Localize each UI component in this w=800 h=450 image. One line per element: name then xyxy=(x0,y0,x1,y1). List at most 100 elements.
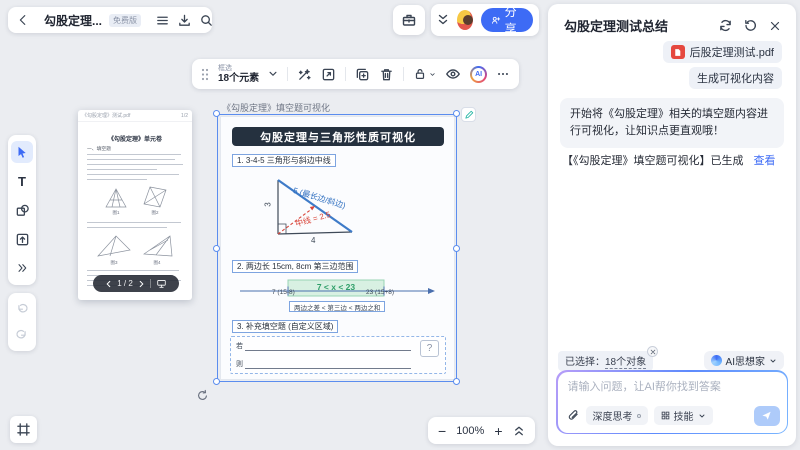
menu-icon[interactable] xyxy=(155,13,170,28)
toolbox-button[interactable] xyxy=(393,5,425,35)
question-placeholder[interactable]: ? xyxy=(420,340,439,357)
chevron-down-icon[interactable] xyxy=(268,69,278,79)
selection-mode-label: 框选 xyxy=(218,65,259,73)
close-icon[interactable] xyxy=(768,19,782,33)
next-page-icon[interactable] xyxy=(138,280,145,288)
blank1-line[interactable] xyxy=(245,350,411,351)
resize-handle-ne[interactable] xyxy=(453,110,460,117)
selection-toolbar: 框选 18个元素 AI xyxy=(192,59,519,89)
chevron-down-icon xyxy=(429,71,436,78)
user-request-chip[interactable]: 生成可视化内容 xyxy=(689,67,782,89)
text-line xyxy=(87,154,181,155)
remove-selection-icon[interactable] xyxy=(647,346,658,357)
import-tool[interactable] xyxy=(11,228,33,250)
text-line xyxy=(87,227,167,228)
user-request-text: 生成可视化内容 xyxy=(697,70,774,86)
leg-a-label: 3 xyxy=(264,202,273,206)
text-tool[interactable]: T xyxy=(11,170,33,192)
tool-rail: T xyxy=(8,135,36,285)
expand-up-icon[interactable] xyxy=(513,424,525,437)
back-icon[interactable] xyxy=(16,13,30,27)
zoom-in-button[interactable]: + xyxy=(494,424,502,438)
resize-handle-sw[interactable] xyxy=(213,378,220,385)
ai-message-bubble: 开始将《勾股定理》相关的填空题内容进行可视化，让知识点更直观哦！ xyxy=(560,98,784,148)
pdf-chip-name: 后股定理测试.pdf xyxy=(690,44,774,60)
text-line xyxy=(87,179,147,180)
attach-icon[interactable] xyxy=(567,409,580,422)
rotate-handle-icon[interactable] xyxy=(196,389,209,402)
selection-summary[interactable]: 框选 18个元素 xyxy=(218,65,259,84)
more-icon[interactable] xyxy=(496,67,510,81)
avatar[interactable] xyxy=(456,9,474,31)
blank2-line[interactable] xyxy=(245,368,411,369)
select-tool[interactable] xyxy=(11,141,33,163)
pdf-preview-card[interactable]: 《勾股定理》测试.pdf 1/2 《勾股定理》单元卷 一、填空题 图1 图2 图… xyxy=(78,110,192,300)
deep-think-toggle[interactable]: 深度思考 xyxy=(586,406,648,425)
more-tools-icon[interactable] xyxy=(11,257,33,279)
drag-handle-icon[interactable] xyxy=(201,68,209,81)
resize-handle-w[interactable] xyxy=(213,245,220,252)
whiteboard-app: 勾股定理... 免费版 分享 框选 18个元素 xyxy=(0,0,800,450)
blank2-prefix: 则 xyxy=(236,359,243,369)
skills-menu[interactable]: 技能 xyxy=(654,406,713,425)
ai-input-card: 深度思考 技能 xyxy=(556,370,788,434)
visualization-title[interactable]: 勾股定理与三角形性质可视化 xyxy=(232,127,444,146)
download-icon[interactable] xyxy=(177,13,192,28)
account-bar: 分享 xyxy=(431,4,539,36)
share-button[interactable]: 分享 xyxy=(481,8,533,32)
board-title-text[interactable]: 勾股定理... xyxy=(44,12,102,29)
pdf-section-label: 一、填空题 xyxy=(87,145,111,152)
refresh-icon[interactable] xyxy=(718,18,733,33)
duplicate-icon[interactable] xyxy=(355,67,370,82)
present-icon[interactable] xyxy=(156,278,167,289)
undo-icon[interactable] xyxy=(11,299,33,319)
agent-name: AI思想家 xyxy=(726,353,765,368)
frame-name-label[interactable]: 《勾股定理》填空题可视化 xyxy=(222,101,330,114)
pdf-preview-header: 《勾股定理》测试.pdf 1/2 xyxy=(78,110,192,122)
selected-objects-chip[interactable]: 已选择： 18个对象 xyxy=(558,351,653,371)
top-left-bar: 勾股定理... 免费版 xyxy=(8,7,212,33)
redo-icon[interactable] xyxy=(11,326,33,346)
frame-edit-button[interactable] xyxy=(461,107,476,122)
view-link[interactable]: 查看 xyxy=(754,152,776,168)
send-button[interactable] xyxy=(754,406,780,426)
magic-wand-icon[interactable] xyxy=(297,67,312,82)
section2-label[interactable]: 2. 两边长 15cm, 8cm 第三边范围 xyxy=(232,260,358,273)
section1-label[interactable]: 1. 3-4-5 三角形与斜边中线 xyxy=(232,154,336,167)
pdf-icon xyxy=(671,45,685,59)
lock-button[interactable] xyxy=(413,67,436,81)
ai-input[interactable] xyxy=(568,378,777,402)
collapse-icon[interactable] xyxy=(437,13,449,27)
prev-page-icon[interactable] xyxy=(105,280,112,288)
search-icon[interactable] xyxy=(199,13,214,28)
zoom-level[interactable]: 100% xyxy=(456,425,484,437)
number-line-diagram[interactable]: 7 < x < 23 xyxy=(238,276,438,300)
triangle-diagram[interactable] xyxy=(252,172,372,242)
resize-handle-e[interactable] xyxy=(453,245,460,252)
blank1-prefix: 若 xyxy=(236,341,243,351)
text-line xyxy=(87,159,175,160)
ai-panel: 勾股定理测试总结 后股定理测试.pdf 生成可视化内容 开始将《勾股定理》相关的… xyxy=(548,4,796,446)
resize-frame-icon[interactable] xyxy=(321,67,336,82)
resize-handle-se[interactable] xyxy=(453,378,460,385)
triangle-rule-label[interactable]: 两边之差 < 第三边 < 两边之和 xyxy=(289,301,385,312)
resize-handle-nw[interactable] xyxy=(213,110,220,117)
divider xyxy=(403,67,404,81)
frame-tool-button[interactable] xyxy=(10,416,37,443)
divider xyxy=(345,67,346,81)
zoom-out-button[interactable]: − xyxy=(438,424,446,438)
share-label: 分享 xyxy=(505,3,523,37)
history-icon[interactable] xyxy=(743,18,758,33)
agent-selector[interactable]: AI思想家 xyxy=(704,351,784,370)
shapes-tool[interactable] xyxy=(11,199,33,221)
attached-pdf-chip[interactable]: 后股定理测试.pdf xyxy=(663,41,782,63)
ai-assistant-button[interactable]: AI xyxy=(470,66,487,83)
section3-label[interactable]: 3. 补充填空题 (自定义区域) xyxy=(232,320,338,333)
figure-caption: 图2 xyxy=(140,210,170,216)
visibility-icon[interactable] xyxy=(445,66,461,82)
divider xyxy=(287,67,288,81)
text-tool-glyph: T xyxy=(18,174,26,189)
trash-icon[interactable] xyxy=(379,67,394,82)
chevron-down-icon xyxy=(698,412,706,420)
page-navigation: 1 / 2 xyxy=(93,275,179,292)
